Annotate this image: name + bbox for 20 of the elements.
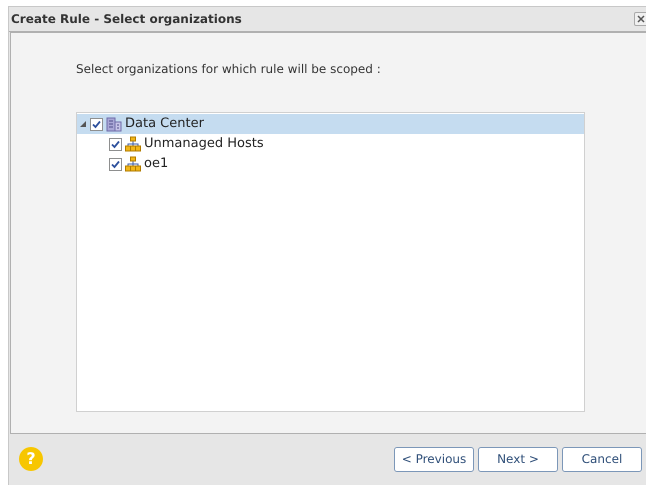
hierarchy-icon [125, 156, 141, 172]
close-button[interactable] [634, 12, 646, 26]
tree-label: oe1 [144, 155, 168, 174]
tree-row[interactable]: Data Center [77, 114, 584, 134]
wizard-button[interactable]: Next > [478, 446, 558, 472]
close-icon [636, 14, 646, 24]
checkbox[interactable] [90, 118, 103, 130]
tree-row[interactable]: oe1 [77, 154, 584, 174]
tree-label: Data Center [125, 115, 204, 134]
wizard-button[interactable]: Cancel [562, 446, 642, 472]
wizard-button[interactable]: < Previous [394, 446, 474, 472]
tree-label: Unmanaged Hosts [144, 135, 264, 154]
expand-arrow-icon[interactable] [79, 120, 87, 128]
hierarchy-icon [125, 136, 141, 152]
checkbox[interactable] [109, 158, 122, 170]
checkbox[interactable] [109, 138, 122, 150]
window-title: Create Rule - Select organizations [11, 11, 242, 28]
instruction-text: Select organizations for which rule will be scoped : [76, 61, 382, 78]
building-icon [106, 116, 122, 132]
tree-row[interactable]: Unmanaged Hosts [77, 134, 584, 154]
